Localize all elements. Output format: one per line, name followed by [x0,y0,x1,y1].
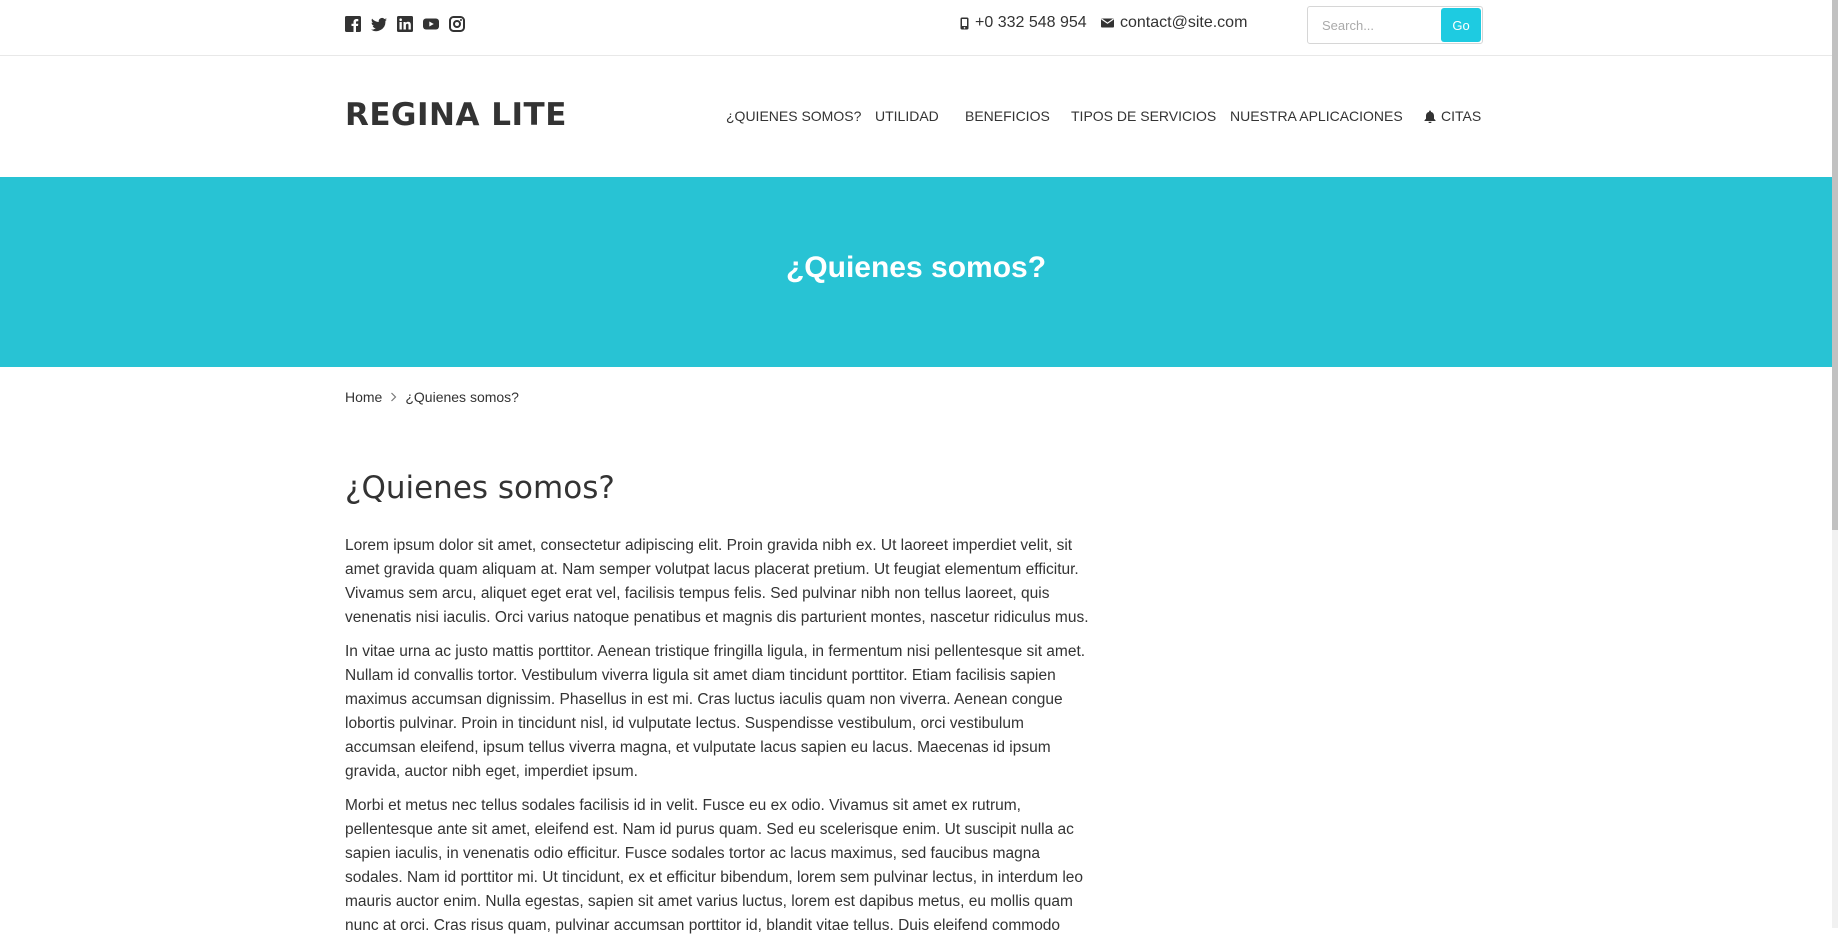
page-hero-banner: ¿Quienes somos? [0,177,1832,367]
nav-item-label: TIPOS DE SERVICIOS [1071,108,1217,124]
twitter-icon [371,17,387,32]
facebook-link[interactable] [345,16,361,32]
youtube-icon [423,18,439,30]
content-paragraph: Lorem ipsum dolor sit amet, consectetur … [345,537,1089,626]
scrollbar-thumb[interactable] [1832,0,1838,530]
breadcrumb-home-link[interactable]: Home [345,389,382,405]
nav-item-label: NUESTRA APLICACIONES [1230,108,1403,124]
site-header: REGINA LITE ¿QUIENES SOMOS? UTILIDAD BEN… [0,56,1832,177]
nav-item-label: BENEFICIOS [965,108,1050,124]
nav-item-citas[interactable]: CITAS [1424,108,1481,124]
nav-item-beneficios[interactable]: BENEFICIOS [965,108,1050,124]
bell-icon [1424,110,1436,123]
email-address: contact@site.com [1120,14,1248,31]
content-paragraph: Morbi et metus nec tellus sodales facili… [345,797,1084,934]
nav-item-quienes-somos[interactable]: ¿QUIENES SOMOS? [726,108,861,124]
nav-item-utilidad[interactable]: UTILIDAD [875,108,939,124]
nav-item-tipos-de-servicios[interactable]: TIPOS DE SERVICIOS [1071,108,1216,124]
top-bar: +0 332 548 954 contact@site.com Go [0,0,1832,56]
breadcrumb: Home ¿Quienes somos? [345,389,519,405]
phone-number: +0 332 548 954 [975,14,1087,31]
search-form: Go [1307,6,1483,44]
twitter-link[interactable] [371,16,387,32]
chevron-right-icon [391,392,397,402]
page-scrollbar[interactable] [1832,0,1838,928]
mobile-phone-icon [960,17,969,29]
breadcrumb-current: ¿Quienes somos? [405,389,519,405]
contact-email[interactable]: contact@site.com [1101,14,1247,32]
youtube-link[interactable] [423,16,439,32]
page-title: ¿Quienes somos? [345,470,615,506]
hero-title: ¿Quienes somos? [785,251,1047,284]
nav-item-label: CITAS [1441,108,1482,124]
search-input[interactable] [1308,7,1442,43]
search-go-button[interactable]: Go [1441,8,1481,42]
site-logo[interactable]: REGINA LITE [345,97,567,133]
contact-phone[interactable]: +0 332 548 954 [960,14,1087,32]
linkedin-link[interactable] [397,16,413,32]
nav-item-nuestra-aplicaciones[interactable]: NUESTRA APLICACIONES [1230,108,1403,124]
instagram-icon [449,16,465,32]
instagram-link[interactable] [449,16,465,32]
content-paragraph: In vitae urna ac justo mattis porttitor.… [345,643,1086,780]
main-content: ¿Quienes somos? Lorem ipsum dolor sit am… [345,470,1097,948]
nav-item-label: UTILIDAD [875,108,939,124]
linkedin-icon [397,16,413,32]
social-links [345,16,465,32]
envelope-icon [1101,18,1114,28]
nav-item-label: ¿QUIENES SOMOS? [726,108,862,124]
facebook-icon [345,16,361,32]
